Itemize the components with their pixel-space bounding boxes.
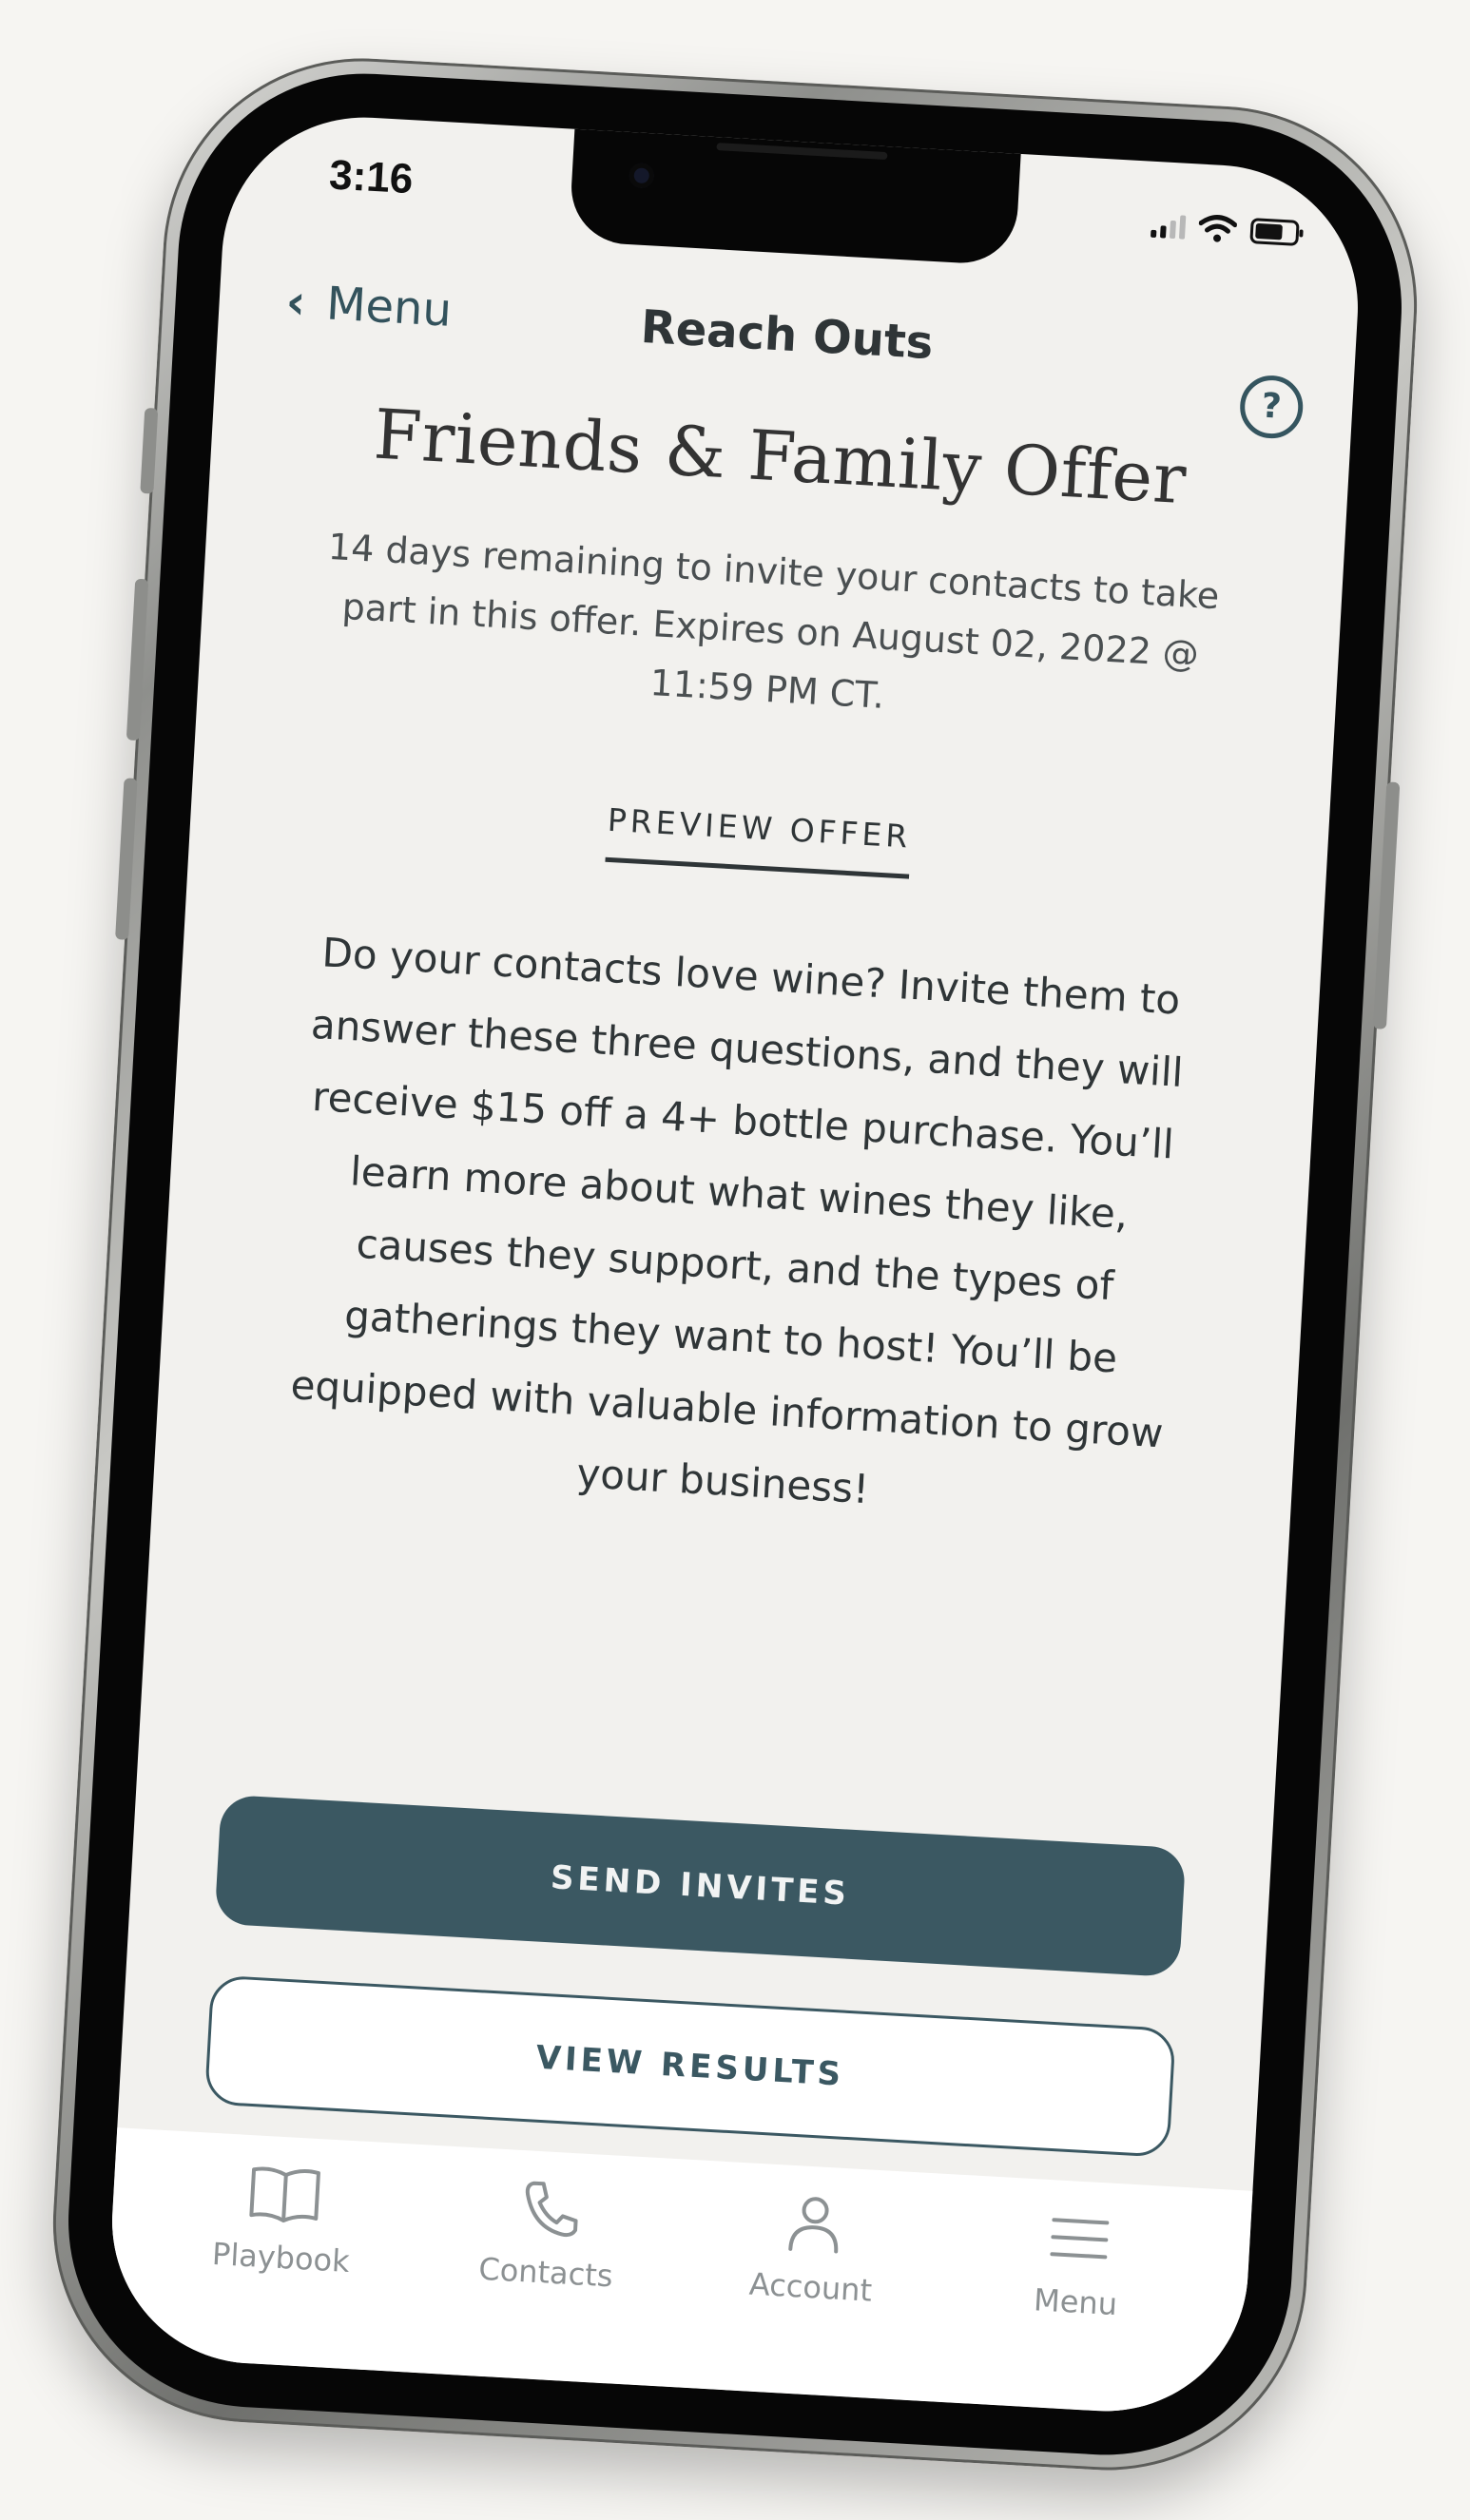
phone-device: 3:16 ‹ Menu Reach Outs ? Friends & Famil…: [42, 48, 1428, 2481]
status-icons: [1150, 211, 1306, 248]
person-icon: [775, 2191, 854, 2256]
send-invites-button[interactable]: SEND INVITES: [214, 1794, 1187, 1978]
tab-menu[interactable]: Menu: [975, 2203, 1176, 2414]
cellular-signal-icon: [1150, 213, 1187, 240]
view-results-button[interactable]: VIEW RESULTS: [203, 1974, 1176, 2158]
front-camera: [629, 163, 655, 189]
page-background: 3:16 ‹ Menu Reach Outs ? Friends & Famil…: [0, 0, 1470, 2520]
speaker-grille: [716, 143, 888, 161]
battery-icon: [1249, 218, 1304, 246]
tab-label: Menu: [1033, 2281, 1119, 2323]
hamburger-icon: [1039, 2206, 1118, 2271]
preview-offer-link[interactable]: PREVIEW OFFER: [605, 800, 913, 879]
app-screen: 3:16 ‹ Menu Reach Outs ? Friends & Famil…: [104, 109, 1366, 2419]
wifi-icon: [1198, 215, 1238, 242]
phone-icon: [510, 2176, 589, 2241]
tab-playbook[interactable]: Playbook: [180, 2159, 381, 2371]
tab-label: Playbook: [211, 2235, 351, 2280]
tab-label: Account: [747, 2265, 874, 2309]
offer-content: Friends & Family Offer 14 days remaining…: [153, 385, 1350, 1549]
offer-description: Do your contacts love wine? Invite them …: [289, 929, 1185, 1513]
offer-title: Friends & Family Offer: [372, 394, 1189, 520]
tab-account[interactable]: Account: [709, 2188, 911, 2400]
book-icon: [244, 2162, 323, 2226]
tab-contacts[interactable]: Contacts: [445, 2173, 647, 2385]
page-title: Reach Outs: [639, 299, 935, 371]
status-time: 3:16: [327, 151, 415, 203]
offer-expiry-text: 14 days remaining to invite your contact…: [327, 525, 1221, 717]
tab-label: Contacts: [477, 2250, 614, 2295]
